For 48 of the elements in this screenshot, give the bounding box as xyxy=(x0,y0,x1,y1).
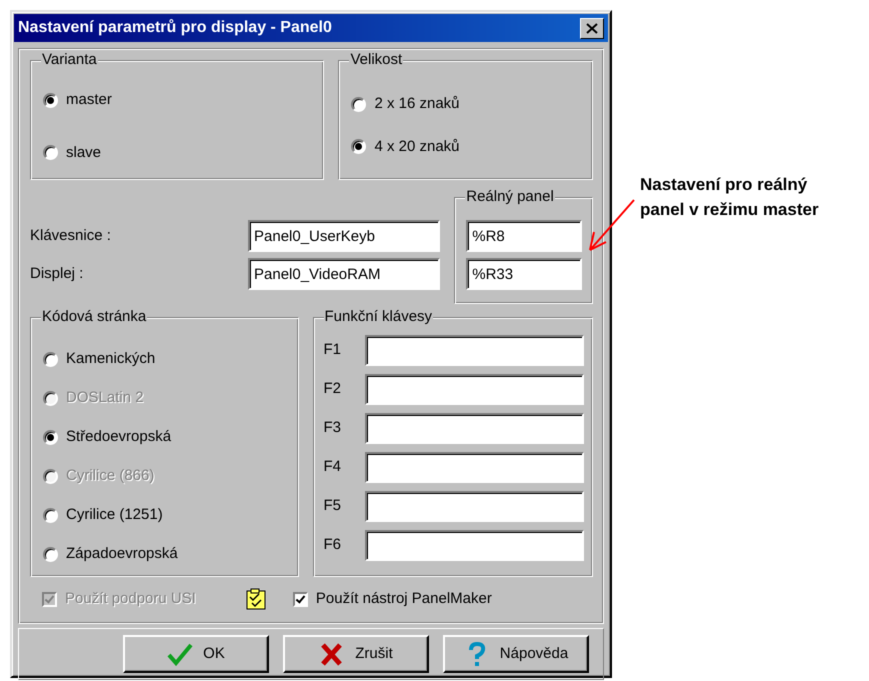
radio-label[interactable]: Cyrilice (1251) xyxy=(66,504,163,526)
radio-label[interactable]: 2 x 16 znaků xyxy=(374,93,460,116)
input-field[interactable]: %R33 xyxy=(466,258,582,290)
radio-button[interactable] xyxy=(43,430,58,444)
annotation-text: Nastavení pro reálný xyxy=(640,174,808,196)
checkbox[interactable] xyxy=(292,592,308,606)
field-label: F1 xyxy=(324,340,342,360)
input-field[interactable] xyxy=(364,530,584,561)
radio-button[interactable] xyxy=(351,96,366,112)
annotation-text: panel v režimu master xyxy=(640,199,819,221)
radio-label[interactable]: Západoevropská xyxy=(66,542,178,566)
field-label: F4 xyxy=(324,457,342,478)
input-field[interactable] xyxy=(364,335,584,366)
checklist-icon xyxy=(246,588,266,610)
field-label: F2 xyxy=(324,379,342,400)
radio-button[interactable] xyxy=(43,145,58,160)
input-field[interactable]: Panel0_VideoRAM xyxy=(248,258,440,290)
field-label: F5 xyxy=(324,496,342,516)
field-label: F3 xyxy=(324,418,342,438)
input-field[interactable]: Panel0_UserKeyb xyxy=(248,220,440,252)
radio-label[interactable]: Kamenických xyxy=(66,348,156,370)
radio-label[interactable]: 4 x 20 znaků xyxy=(374,136,460,158)
field-label: F6 xyxy=(324,535,342,556)
radio-label[interactable]: Středoevropská xyxy=(66,426,172,448)
input-field[interactable] xyxy=(364,491,584,522)
radio-button[interactable] xyxy=(351,139,366,154)
radio-button[interactable] xyxy=(43,352,58,366)
close-button[interactable] xyxy=(580,18,604,38)
radio-button[interactable] xyxy=(43,92,58,108)
checkbox-label[interactable]: Použít nástroj PanelMaker xyxy=(316,588,492,610)
radio-label[interactable]: master xyxy=(66,89,112,112)
input-field[interactable] xyxy=(364,413,584,444)
field-label: Klávesnice : xyxy=(30,226,112,246)
group-title: Funkční klávesy xyxy=(324,308,434,326)
check-icon xyxy=(167,642,194,666)
radio-button[interactable] xyxy=(43,546,58,562)
group-title: Reálný panel xyxy=(465,188,555,206)
input-field[interactable] xyxy=(364,452,584,483)
radio-button[interactable] xyxy=(43,508,58,522)
dialog-button[interactable]: Zrušit xyxy=(283,635,429,673)
field-label: Displej : xyxy=(30,264,84,284)
dialog-button[interactable]: OK xyxy=(123,635,269,673)
dialog-button[interactable]: Nápověda xyxy=(443,635,589,673)
radio-label[interactable]: slave xyxy=(66,142,102,164)
window-title: Nastavení parametrů pro display - Panel0 xyxy=(18,18,332,38)
input-field[interactable] xyxy=(364,374,584,405)
input-field[interactable]: %R8 xyxy=(466,220,582,252)
close-icon xyxy=(586,22,598,34)
